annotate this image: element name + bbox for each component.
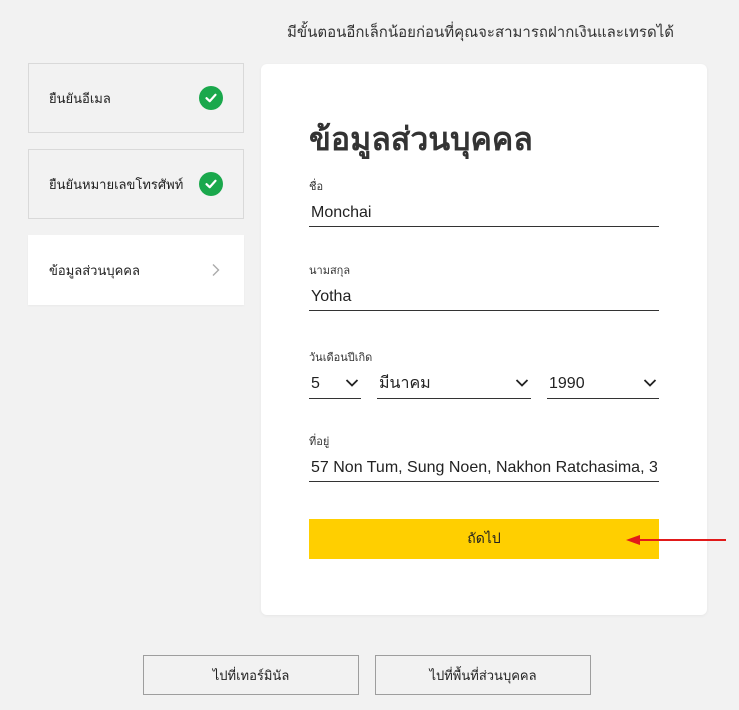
next-button[interactable]: ถัดไป xyxy=(309,519,659,559)
last-name-field: นามสกุล xyxy=(309,261,659,311)
address-field: ที่อยู่ xyxy=(309,432,659,482)
address-input[interactable] xyxy=(309,456,659,482)
last-name-label: นามสกุล xyxy=(309,264,351,277)
dob-year-value: 1990 xyxy=(549,375,585,392)
dob-day-select[interactable]: 5 xyxy=(309,373,361,399)
chevron-down-icon xyxy=(345,379,359,387)
step-label: ข้อมูลส่วนบุคคล xyxy=(49,263,140,279)
dob-year-select[interactable]: 1990 xyxy=(547,373,659,399)
go-to-terminal-button[interactable]: ไปที่เทอร์มินัล xyxy=(143,655,359,695)
last-name-input[interactable] xyxy=(309,285,659,311)
page-title: ข้อมูลส่วนบุคคล xyxy=(309,120,533,158)
address-label: ที่อยู่ xyxy=(309,435,330,448)
dob-day-value: 5 xyxy=(311,375,320,392)
chevron-right-icon xyxy=(209,263,223,277)
dob-month-select[interactable]: มีนาคม xyxy=(377,373,531,399)
chevron-down-icon xyxy=(643,379,657,387)
first-name-field: ชื่อ xyxy=(309,177,659,227)
step-label: ยืนยันหมายเลขโทรศัพท์ xyxy=(49,177,184,193)
first-name-input[interactable] xyxy=(309,201,659,227)
dob-month-value: มีนาคม xyxy=(379,375,431,392)
step-verify-phone[interactable]: ยืนยันหมายเลขโทรศัพท์ xyxy=(28,149,244,219)
onboarding-message: มีขั้นตอนอีกเล็กน้อยก่อนที่คุณจะสามารถฝา… xyxy=(287,23,675,41)
chevron-down-icon xyxy=(515,379,529,387)
onboarding-steps: ยืนยันอีเมล ยืนยันหมายเลขโทรศัพท์ ข้อมูล… xyxy=(28,63,244,321)
dob-field: วันเดือนปีเกิด xyxy=(309,348,659,366)
step-personal-info[interactable]: ข้อมูลส่วนบุคคล xyxy=(28,235,244,305)
go-to-personal-area-button[interactable]: ไปที่พื้นที่ส่วนบุคคล xyxy=(375,655,591,695)
check-icon xyxy=(199,86,223,110)
first-name-label: ชื่อ xyxy=(309,180,324,193)
check-icon xyxy=(199,172,223,196)
dob-label: วันเดือนปีเกิด xyxy=(309,351,373,364)
dob-selects: 5 มีนาคม 1990 xyxy=(309,373,659,399)
step-label: ยืนยันอีเมล xyxy=(49,91,111,107)
annotation-arrow-icon xyxy=(626,535,726,545)
step-verify-email[interactable]: ยืนยันอีเมล xyxy=(28,63,244,133)
